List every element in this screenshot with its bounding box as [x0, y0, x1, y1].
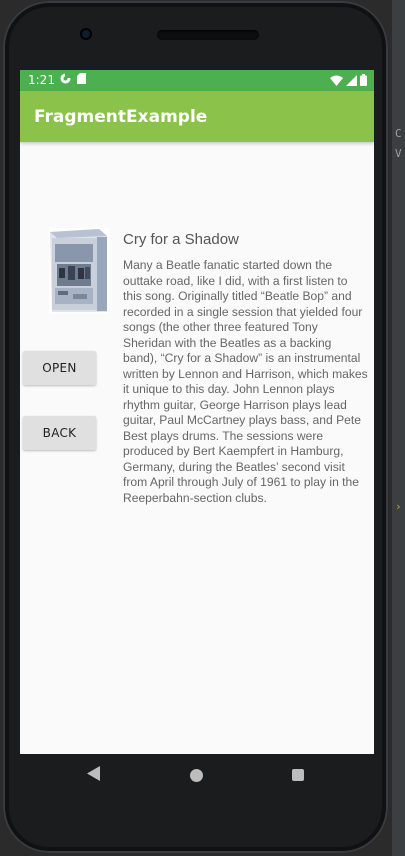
app-toolbar: FragmentExample [20, 91, 374, 142]
status-notification-icons [60, 73, 86, 84]
song-title: Cry for a Shadow [123, 231, 239, 248]
earpiece-speaker [157, 30, 259, 40]
app-title: FragmentExample [34, 107, 208, 127]
album-cover-image [49, 228, 109, 314]
ide-edge-arrow-icon: › [395, 500, 402, 513]
front-camera [80, 28, 92, 40]
open-button[interactable]: OPEN [23, 351, 96, 385]
ide-edge-glyph: C [395, 127, 402, 140]
battery-icon [360, 74, 367, 86]
status-time: 1:21 [28, 73, 55, 87]
wifi-icon [330, 75, 343, 86]
ide-edge-glyph: V [395, 147, 402, 160]
sync-icon [60, 73, 71, 84]
sd-card-icon [77, 73, 86, 84]
signal-icon [346, 74, 357, 86]
song-description: Many a Beatle fanatic started down the o… [123, 258, 368, 505]
status-bar: 1:21 [20, 70, 374, 91]
back-triangle-icon[interactable] [87, 766, 100, 781]
recents-square-icon[interactable] [292, 769, 304, 781]
app-screen: 1:21 FragmentExample OPEN BACK Cry for a… [20, 70, 374, 754]
home-circle-icon[interactable] [190, 769, 203, 782]
status-system-icons [330, 74, 367, 86]
back-button[interactable]: BACK [23, 416, 96, 450]
